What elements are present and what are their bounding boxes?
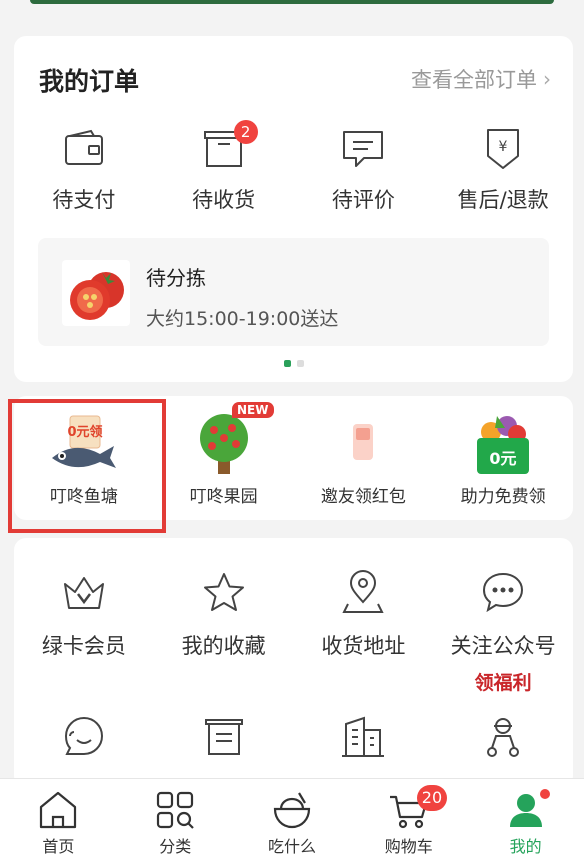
service-follow-account[interactable]: 关注公众号 领福利 <box>433 570 573 695</box>
bottom-tab-bar: 首页 分类 吃什么 20 购物车 我的 <box>0 778 584 860</box>
service-label: 绿卡会员 <box>41 634 126 658</box>
star-icon <box>203 573 244 611</box>
pending-order-status: 待分拣 <box>146 266 206 290</box>
tab-cart[interactable]: 20 购物车 <box>350 779 467 860</box>
refund-icon: ¥ <box>487 129 520 169</box>
order-pending-review[interactable]: 待评价 <box>294 126 434 214</box>
header-stripe <box>30 0 554 4</box>
see-all-orders-link[interactable]: 查看全部订单 › <box>411 64 551 94</box>
tab-label: 购物车 <box>384 837 433 856</box>
promo-label: 助力免费领 <box>460 487 546 507</box>
service-rider[interactable] <box>433 714 573 760</box>
pager-dot <box>284 360 291 367</box>
crown-icon <box>63 577 104 609</box>
tab-home[interactable]: 首页 <box>0 779 117 860</box>
fruit-tree-icon <box>199 414 248 474</box>
order-label: 待收货 <box>192 188 256 212</box>
customer-service-icon <box>64 716 103 755</box>
tab-category[interactable]: 分类 <box>117 779 234 860</box>
order-pending-receipt[interactable]: 2 待收货 <box>154 120 294 214</box>
tomato-image <box>62 260 130 326</box>
service-label: 收货地址 <box>321 634 406 658</box>
highlight-box <box>8 399 166 533</box>
services-card: 绿卡会员 我的收藏 收货地址 关注公众号 领福利 <box>14 538 573 788</box>
badge-count: 2 <box>233 120 258 144</box>
service-customer-service[interactable] <box>14 714 154 760</box>
service-company[interactable] <box>294 714 434 760</box>
promo-label: 邀友领红包 <box>320 487 406 507</box>
service-label: 关注公众号 <box>450 634 556 658</box>
promo-invite-friends[interactable]: 邀友领红包 <box>294 396 434 520</box>
tab-what-to-eat[interactable]: 吃什么 <box>234 779 351 860</box>
comment-icon <box>343 131 384 167</box>
chat-icon <box>483 572 524 613</box>
promo-label: 叮咚果园 <box>189 487 258 507</box>
orders-title: 我的订单 <box>39 67 140 96</box>
order-label: 待支付 <box>52 188 116 212</box>
tab-profile[interactable]: 我的 <box>467 779 584 860</box>
pager-dots <box>284 360 304 367</box>
promo-fruit-orchard[interactable]: NEW 叮咚果园 <box>154 396 294 520</box>
promo-free-claim[interactable]: 0元 助力免费领 <box>433 396 573 520</box>
home-icon <box>40 791 77 829</box>
chevron-right-icon: › <box>543 67 551 91</box>
free-basket-icon: 0元 <box>477 416 530 474</box>
category-icon <box>157 791 194 829</box>
delivery-time: 大约15:00-19:00送达 <box>146 308 339 330</box>
bowl-icon <box>273 792 311 829</box>
order-label: 售后/退款 <box>457 188 549 212</box>
tab-label: 分类 <box>159 837 192 856</box>
notice-icon <box>204 719 243 755</box>
svg-text:¥: ¥ <box>499 139 508 155</box>
red-envelope-icon <box>353 424 374 460</box>
wallet-icon <box>64 129 103 165</box>
location-icon <box>342 570 384 613</box>
service-green-card[interactable]: 绿卡会员 <box>14 570 154 695</box>
order-label: 待评价 <box>331 188 395 212</box>
new-tag: NEW <box>232 402 274 418</box>
pager-dot <box>297 360 304 367</box>
tab-label: 吃什么 <box>267 837 316 856</box>
status-bar <box>0 0 584 22</box>
service-notice[interactable] <box>154 714 294 760</box>
tab-label: 首页 <box>42 837 75 856</box>
delivery-rider-icon <box>487 718 520 757</box>
order-after-sales[interactable]: ¥ 售后/退款 <box>433 126 573 214</box>
notification-dot <box>539 789 550 799</box>
building-icon <box>342 716 385 757</box>
pending-order-card[interactable]: 待分拣 大约15:00-19:00送达 <box>38 238 549 346</box>
orders-card: 我的订单 查看全部订单 › 待支付 2 待收货 待评价 ¥ 售后/退款 待分拣 … <box>14 36 573 382</box>
promo-pic-text: 0元 <box>490 449 517 468</box>
see-all-label: 查看全部订单 <box>411 68 537 92</box>
cart-badge: 20 <box>416 785 448 811</box>
tab-label: 我的 <box>509 837 542 856</box>
order-pending-payment[interactable]: 待支付 <box>14 126 154 214</box>
service-favorites[interactable]: 我的收藏 <box>154 570 294 695</box>
service-label: 我的收藏 <box>181 634 266 658</box>
benefit-label: 领福利 <box>474 672 532 694</box>
service-address[interactable]: 收货地址 <box>294 570 434 695</box>
